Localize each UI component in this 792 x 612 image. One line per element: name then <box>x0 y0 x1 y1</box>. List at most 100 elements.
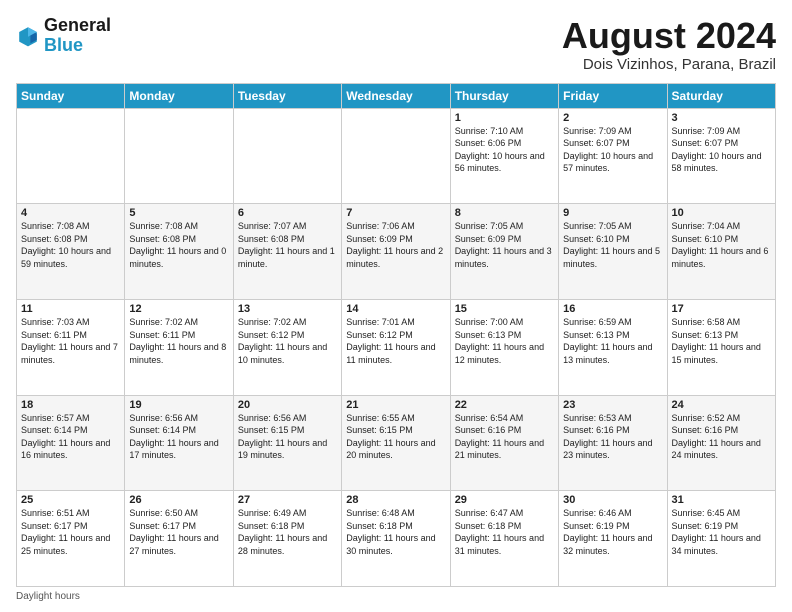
table-row: 18Sunrise: 6:57 AM Sunset: 6:14 PM Dayli… <box>17 395 125 491</box>
calendar-header-row: Sunday Monday Tuesday Wednesday Thursday… <box>17 83 776 108</box>
day-number: 15 <box>455 303 554 315</box>
header: General Blue August 2024 Dois Vizinhos, … <box>16 16 776 73</box>
col-thursday: Thursday <box>450 83 558 108</box>
day-number: 29 <box>455 494 554 506</box>
day-info: Sunrise: 7:05 AM Sunset: 6:09 PM Dayligh… <box>455 220 554 270</box>
table-row: 10Sunrise: 7:04 AM Sunset: 6:10 PM Dayli… <box>667 204 775 300</box>
day-number: 22 <box>455 399 554 411</box>
table-row <box>17 108 125 204</box>
day-info: Sunrise: 6:56 AM Sunset: 6:14 PM Dayligh… <box>129 412 228 462</box>
day-number: 23 <box>563 399 662 411</box>
day-number: 4 <box>21 207 120 219</box>
col-sunday: Sunday <box>17 83 125 108</box>
table-row: 17Sunrise: 6:58 AM Sunset: 6:13 PM Dayli… <box>667 299 775 395</box>
table-row: 28Sunrise: 6:48 AM Sunset: 6:18 PM Dayli… <box>342 491 450 587</box>
day-info: Sunrise: 6:52 AM Sunset: 6:16 PM Dayligh… <box>672 412 771 462</box>
day-number: 17 <box>672 303 771 315</box>
day-number: 20 <box>238 399 337 411</box>
day-number: 26 <box>129 494 228 506</box>
day-info: Sunrise: 7:10 AM Sunset: 6:06 PM Dayligh… <box>455 125 554 175</box>
logo-line1: General <box>44 16 111 36</box>
day-number: 24 <box>672 399 771 411</box>
col-saturday: Saturday <box>667 83 775 108</box>
table-row <box>233 108 341 204</box>
day-info: Sunrise: 6:57 AM Sunset: 6:14 PM Dayligh… <box>21 412 120 462</box>
day-info: Sunrise: 6:58 AM Sunset: 6:13 PM Dayligh… <box>672 316 771 366</box>
col-friday: Friday <box>559 83 667 108</box>
table-row: 1Sunrise: 7:10 AM Sunset: 6:06 PM Daylig… <box>450 108 558 204</box>
table-row: 19Sunrise: 6:56 AM Sunset: 6:14 PM Dayli… <box>125 395 233 491</box>
day-info: Sunrise: 6:59 AM Sunset: 6:13 PM Dayligh… <box>563 316 662 366</box>
logo-icon <box>16 24 40 48</box>
table-row: 8Sunrise: 7:05 AM Sunset: 6:09 PM Daylig… <box>450 204 558 300</box>
month-title: August 2024 <box>562 16 776 56</box>
day-info: Sunrise: 7:02 AM Sunset: 6:12 PM Dayligh… <box>238 316 337 366</box>
day-info: Sunrise: 6:50 AM Sunset: 6:17 PM Dayligh… <box>129 507 228 557</box>
table-row: 27Sunrise: 6:49 AM Sunset: 6:18 PM Dayli… <box>233 491 341 587</box>
calendar-week-0: 1Sunrise: 7:10 AM Sunset: 6:06 PM Daylig… <box>17 108 776 204</box>
calendar-week-4: 25Sunrise: 6:51 AM Sunset: 6:17 PM Dayli… <box>17 491 776 587</box>
day-info: Sunrise: 6:51 AM Sunset: 6:17 PM Dayligh… <box>21 507 120 557</box>
day-number: 11 <box>21 303 120 315</box>
table-row: 24Sunrise: 6:52 AM Sunset: 6:16 PM Dayli… <box>667 395 775 491</box>
table-row: 13Sunrise: 7:02 AM Sunset: 6:12 PM Dayli… <box>233 299 341 395</box>
table-row: 20Sunrise: 6:56 AM Sunset: 6:15 PM Dayli… <box>233 395 341 491</box>
location: Dois Vizinhos, Parana, Brazil <box>562 56 776 73</box>
table-row: 7Sunrise: 7:06 AM Sunset: 6:09 PM Daylig… <box>342 204 450 300</box>
day-info: Sunrise: 6:49 AM Sunset: 6:18 PM Dayligh… <box>238 507 337 557</box>
day-info: Sunrise: 7:08 AM Sunset: 6:08 PM Dayligh… <box>21 220 120 270</box>
day-number: 14 <box>346 303 445 315</box>
day-info: Sunrise: 7:01 AM Sunset: 6:12 PM Dayligh… <box>346 316 445 366</box>
table-row: 9Sunrise: 7:05 AM Sunset: 6:10 PM Daylig… <box>559 204 667 300</box>
day-number: 27 <box>238 494 337 506</box>
day-info: Sunrise: 6:56 AM Sunset: 6:15 PM Dayligh… <box>238 412 337 462</box>
table-row: 6Sunrise: 7:07 AM Sunset: 6:08 PM Daylig… <box>233 204 341 300</box>
table-row: 11Sunrise: 7:03 AM Sunset: 6:11 PM Dayli… <box>17 299 125 395</box>
col-wednesday: Wednesday <box>342 83 450 108</box>
table-row: 4Sunrise: 7:08 AM Sunset: 6:08 PM Daylig… <box>17 204 125 300</box>
table-row: 29Sunrise: 6:47 AM Sunset: 6:18 PM Dayli… <box>450 491 558 587</box>
calendar-week-2: 11Sunrise: 7:03 AM Sunset: 6:11 PM Dayli… <box>17 299 776 395</box>
table-row: 15Sunrise: 7:00 AM Sunset: 6:13 PM Dayli… <box>450 299 558 395</box>
table-row: 21Sunrise: 6:55 AM Sunset: 6:15 PM Dayli… <box>342 395 450 491</box>
calendar-table: Sunday Monday Tuesday Wednesday Thursday… <box>16 83 776 587</box>
col-monday: Monday <box>125 83 233 108</box>
day-number: 28 <box>346 494 445 506</box>
table-row: 12Sunrise: 7:02 AM Sunset: 6:11 PM Dayli… <box>125 299 233 395</box>
day-info: Sunrise: 7:07 AM Sunset: 6:08 PM Dayligh… <box>238 220 337 270</box>
day-info: Sunrise: 6:45 AM Sunset: 6:19 PM Dayligh… <box>672 507 771 557</box>
day-info: Sunrise: 7:08 AM Sunset: 6:08 PM Dayligh… <box>129 220 228 270</box>
day-number: 21 <box>346 399 445 411</box>
table-row: 3Sunrise: 7:09 AM Sunset: 6:07 PM Daylig… <box>667 108 775 204</box>
day-number: 1 <box>455 112 554 124</box>
day-number: 19 <box>129 399 228 411</box>
day-info: Sunrise: 7:09 AM Sunset: 6:07 PM Dayligh… <box>672 125 771 175</box>
day-info: Sunrise: 6:46 AM Sunset: 6:19 PM Dayligh… <box>563 507 662 557</box>
day-number: 30 <box>563 494 662 506</box>
day-info: Sunrise: 7:04 AM Sunset: 6:10 PM Dayligh… <box>672 220 771 270</box>
table-row: 5Sunrise: 7:08 AM Sunset: 6:08 PM Daylig… <box>125 204 233 300</box>
day-number: 5 <box>129 207 228 219</box>
logo: General Blue <box>16 16 111 56</box>
day-number: 9 <box>563 207 662 219</box>
day-number: 16 <box>563 303 662 315</box>
calendar-week-3: 18Sunrise: 6:57 AM Sunset: 6:14 PM Dayli… <box>17 395 776 491</box>
day-number: 3 <box>672 112 771 124</box>
day-number: 31 <box>672 494 771 506</box>
table-row: 26Sunrise: 6:50 AM Sunset: 6:17 PM Dayli… <box>125 491 233 587</box>
table-row: 23Sunrise: 6:53 AM Sunset: 6:16 PM Dayli… <box>559 395 667 491</box>
day-info: Sunrise: 6:54 AM Sunset: 6:16 PM Dayligh… <box>455 412 554 462</box>
day-info: Sunrise: 7:03 AM Sunset: 6:11 PM Dayligh… <box>21 316 120 366</box>
footer: Daylight hours <box>16 591 776 602</box>
table-row <box>342 108 450 204</box>
day-number: 8 <box>455 207 554 219</box>
day-number: 7 <box>346 207 445 219</box>
day-number: 25 <box>21 494 120 506</box>
title-block: August 2024 Dois Vizinhos, Parana, Brazi… <box>562 16 776 73</box>
table-row: 25Sunrise: 6:51 AM Sunset: 6:17 PM Dayli… <box>17 491 125 587</box>
calendar-week-1: 4Sunrise: 7:08 AM Sunset: 6:08 PM Daylig… <box>17 204 776 300</box>
table-row: 30Sunrise: 6:46 AM Sunset: 6:19 PM Dayli… <box>559 491 667 587</box>
table-row: 22Sunrise: 6:54 AM Sunset: 6:16 PM Dayli… <box>450 395 558 491</box>
col-tuesday: Tuesday <box>233 83 341 108</box>
day-number: 10 <box>672 207 771 219</box>
